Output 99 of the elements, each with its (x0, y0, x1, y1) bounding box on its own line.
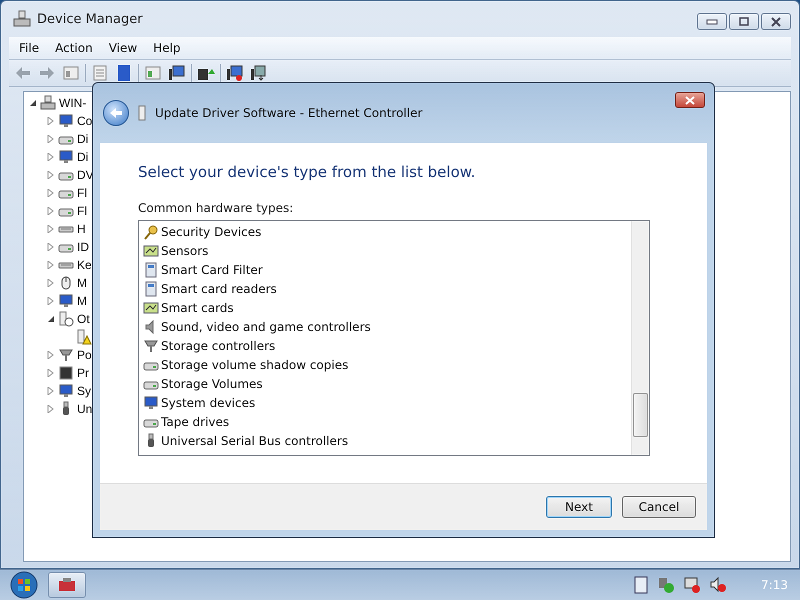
expand-arrow-icon[interactable] (47, 225, 55, 233)
list-item[interactable]: Sensors (139, 241, 631, 260)
expand-arrow-icon[interactable] (47, 243, 55, 251)
uninstall-device-icon (250, 64, 268, 82)
properties-icon (91, 64, 109, 82)
maximize-button[interactable] (729, 13, 759, 30)
tree-item[interactable]: M (77, 276, 87, 290)
tree-item[interactable]: Sy (77, 384, 92, 398)
list-item[interactable]: Tape drives (139, 412, 631, 431)
scrollbar[interactable] (631, 221, 649, 455)
dialog-heading: Select your device's type from the list below. (138, 163, 476, 181)
close-icon (684, 96, 696, 104)
tree-item[interactable]: M (77, 294, 87, 308)
tree-item[interactable]: Fl (77, 186, 87, 200)
list-item[interactable]: Storage volume shadow copies (139, 355, 631, 374)
close-icon (770, 16, 782, 26)
document-icon[interactable] (633, 576, 650, 594)
tree-item[interactable]: Un (77, 402, 92, 416)
list-item[interactable]: Storage controllers (139, 336, 631, 355)
card-reader-icon (143, 280, 159, 296)
port-icon (58, 347, 74, 363)
close-button[interactable] (761, 13, 791, 30)
tree-item[interactable]: Co (77, 114, 92, 128)
cancel-button[interactable]: Cancel (622, 496, 696, 518)
disable-device-button[interactable] (225, 63, 245, 83)
tree-item[interactable]: WIN- (59, 96, 86, 110)
expand-arrow-icon[interactable] (47, 405, 55, 413)
minimize-button[interactable] (697, 13, 727, 30)
port-icon (143, 338, 159, 354)
monitor-scan-icon (168, 64, 186, 82)
monitor-icon (58, 383, 74, 399)
tree-item[interactable]: ID (77, 240, 89, 254)
computer-icon (13, 10, 31, 28)
list-item[interactable]: Sound, video and game controllers (139, 317, 631, 336)
list-label: Common hardware types: (138, 201, 294, 215)
minimize-icon (706, 18, 718, 24)
tree-item[interactable]: Pr (77, 366, 89, 380)
expand-arrow-icon[interactable] (47, 207, 55, 215)
expand-arrow-icon[interactable] (47, 351, 55, 359)
collapse-arrow-icon[interactable] (47, 315, 55, 323)
computer-icon (40, 95, 56, 111)
tree-item[interactable]: H (77, 222, 86, 236)
network-error-icon[interactable] (683, 576, 702, 594)
list-item[interactable]: System devices (139, 393, 631, 412)
menu-item[interactable]: View (102, 39, 144, 57)
expand-arrow-icon[interactable] (47, 297, 55, 305)
expand-arrow-icon[interactable] (47, 387, 55, 395)
expand-arrow-icon[interactable] (47, 189, 55, 197)
tree-item[interactable]: Di (77, 132, 88, 146)
expand-arrow-icon[interactable] (47, 279, 55, 287)
taskbar-app-button[interactable] (48, 572, 86, 598)
monitor-icon (143, 394, 159, 410)
menu-item[interactable]: File (13, 39, 46, 57)
monitor-icon (58, 149, 74, 165)
list-item[interactable]: Storage Volumes (139, 374, 631, 393)
list-item[interactable]: Smart Card Filter (139, 260, 631, 279)
expand-arrow-icon[interactable] (47, 369, 55, 377)
list-item[interactable]: Universal Serial Bus controllers (139, 431, 631, 450)
sensor-icon (143, 300, 159, 316)
disable-device-icon (226, 64, 244, 82)
back-arrow-icon (109, 107, 123, 119)
monitor-icon (58, 113, 74, 129)
sensor-icon (143, 242, 159, 258)
tree-item[interactable]: Fl (77, 204, 87, 218)
hardware-type-list[interactable] (138, 220, 650, 456)
tree-item[interactable]: Po (77, 348, 92, 362)
safely-remove-icon[interactable] (657, 576, 676, 594)
tree-item[interactable]: Di (77, 150, 88, 164)
expand-arrow-icon[interactable] (47, 135, 55, 143)
warning-icon (76, 329, 92, 345)
toolbox-icon (57, 577, 77, 593)
list-item[interactable]: Security Devices (139, 222, 631, 241)
key-icon (143, 224, 159, 240)
close-button[interactable] (675, 92, 705, 108)
chip-icon (58, 365, 74, 381)
window-pane-icon (144, 64, 162, 82)
menu-item[interactable]: Action (49, 39, 99, 57)
expand-arrow-icon[interactable] (47, 117, 55, 125)
list-item[interactable]: Smart card readers (139, 279, 631, 298)
tree-item[interactable]: Ke (77, 258, 92, 272)
maximize-icon (739, 17, 749, 26)
tree-item[interactable]: Ot (77, 312, 90, 326)
monitor-icon (58, 293, 74, 309)
forward-arrow-icon (38, 64, 56, 82)
expand-arrow-icon[interactable] (47, 171, 55, 179)
back-button[interactable] (103, 100, 129, 126)
speaker-muted-icon[interactable] (709, 576, 728, 594)
monitor-scan-button[interactable] (167, 63, 187, 83)
network-adapter-icon (137, 105, 147, 121)
window-title: Device Manager (37, 12, 144, 26)
collapse-arrow-icon[interactable] (29, 99, 37, 107)
card-reader-icon (143, 262, 159, 278)
next-button[interactable]: Next (546, 496, 612, 518)
list-item[interactable]: Smart cards (139, 298, 631, 317)
menu-item[interactable]: Help (147, 39, 187, 57)
window-pane-icon (62, 64, 80, 82)
dialog-title: Update Driver Software - Ethernet Controller (155, 106, 422, 120)
expand-arrow-icon[interactable] (47, 261, 55, 269)
expand-arrow-icon[interactable] (47, 153, 55, 161)
